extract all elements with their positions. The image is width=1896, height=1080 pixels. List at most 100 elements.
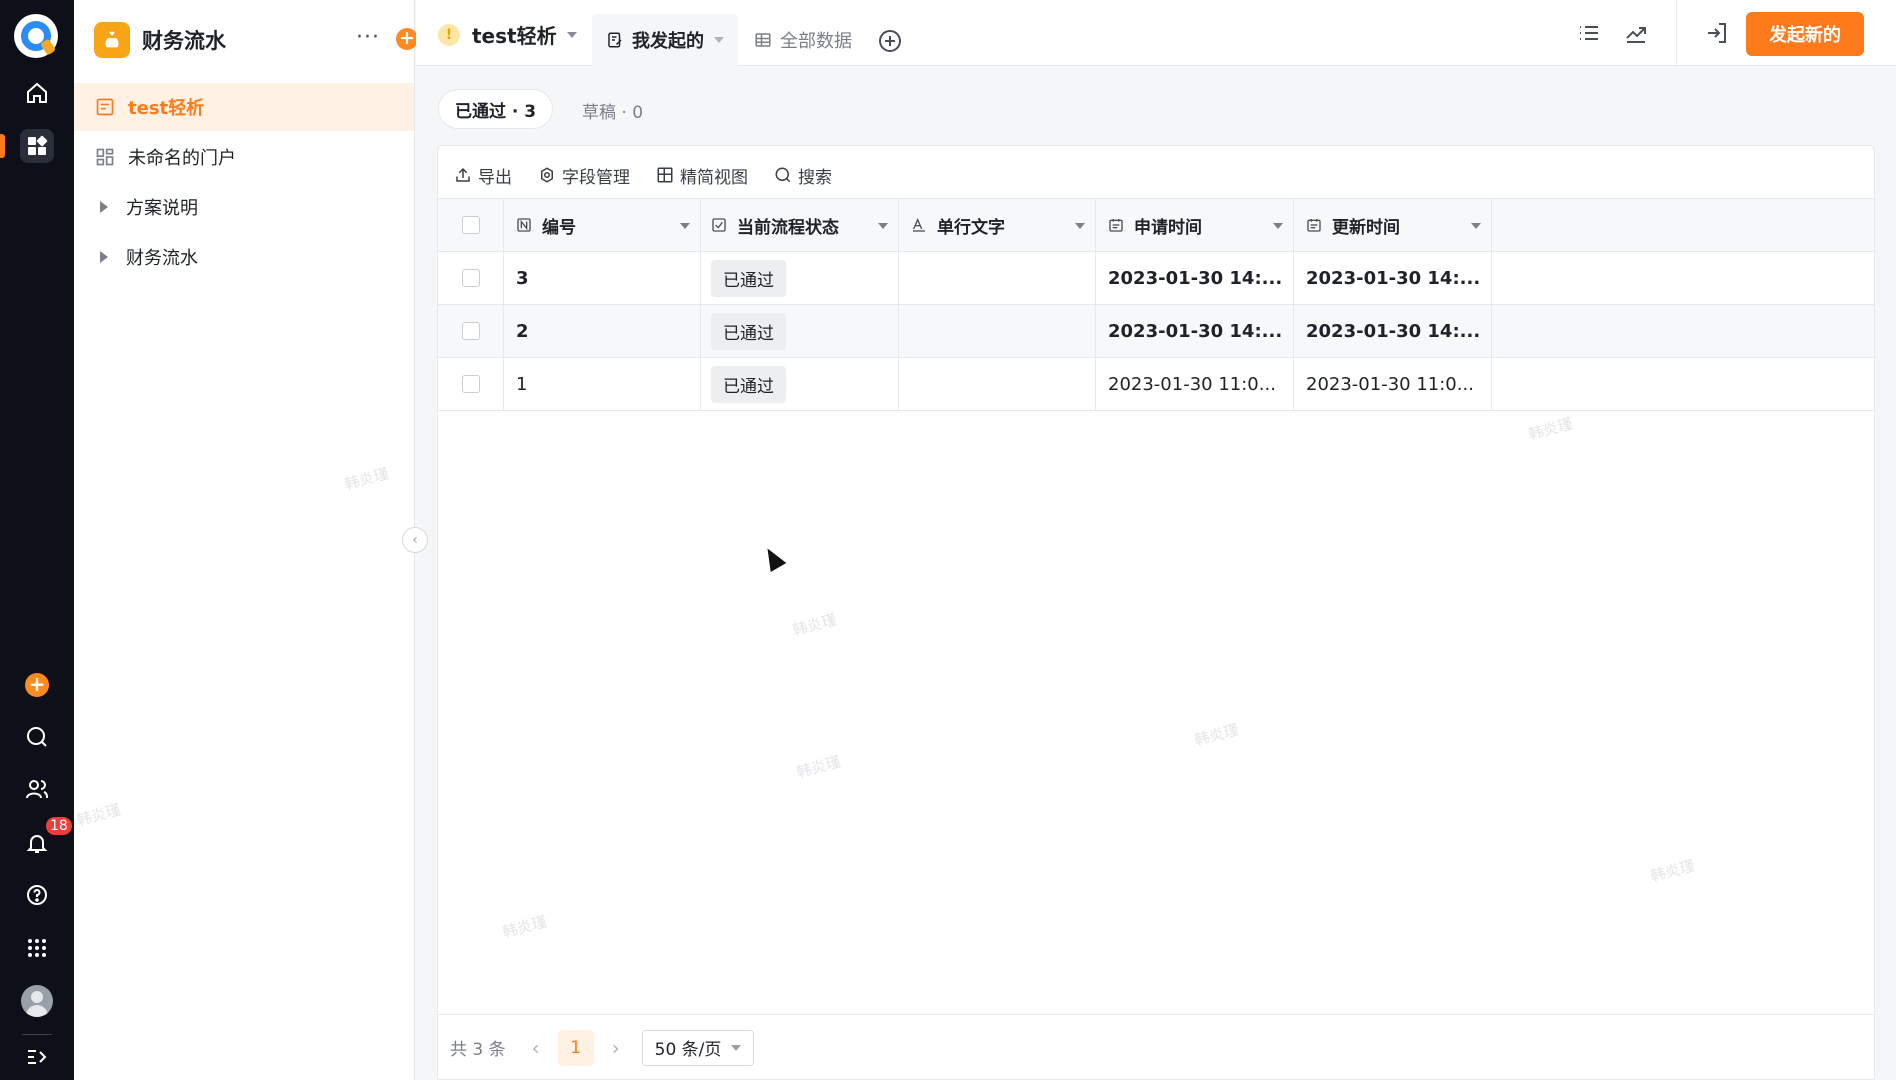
home-icon[interactable]	[20, 76, 54, 110]
caret-right-icon[interactable]	[100, 201, 108, 213]
column-header-text[interactable]: 单行文字	[899, 199, 1096, 251]
export-button[interactable]: 导出	[454, 163, 512, 188]
cell-filler	[1492, 358, 1874, 410]
chevron-down-icon[interactable]	[1075, 223, 1085, 229]
tab-label: 全部数据	[780, 31, 852, 52]
filter-approved[interactable]: 已通过 · 3	[438, 89, 554, 129]
table-row[interactable]: 1 已通过 2023-01-30 11:0... 2023-01-30 11:0…	[438, 358, 1874, 411]
chevron-down-icon[interactable]	[878, 223, 888, 229]
form-title-dropdown[interactable]: ! test轻析	[438, 20, 577, 49]
page-size-select[interactable]: 50 条/页	[641, 1029, 755, 1066]
edit-form-icon	[608, 32, 622, 48]
page-number[interactable]: 1	[557, 1029, 594, 1066]
page-size-label: 50 条/页	[654, 1040, 722, 1060]
cell-text	[899, 358, 1096, 410]
calendar-icon	[1306, 216, 1324, 234]
cell-filler	[1492, 252, 1874, 304]
sidebar-item-label: 财务流水	[126, 248, 198, 269]
active-indicator	[0, 134, 5, 158]
watermark: 韩炎瑾	[790, 610, 839, 640]
row-checkbox[interactable]	[461, 269, 480, 287]
cell-applied-time: 2023-01-30 14:...	[1096, 305, 1294, 357]
chevron-down-icon	[714, 37, 724, 43]
grid-icon[interactable]	[20, 931, 54, 965]
list-icon[interactable]	[1574, 18, 1604, 48]
checkbox-field-icon	[711, 216, 729, 234]
sidebar-item-test[interactable]: test轻析	[74, 83, 414, 131]
upload-icon	[456, 167, 470, 182]
tab-all-data[interactable]: 全部数据	[754, 14, 852, 66]
cell-updated-time: 2023-01-30 11:0...	[1294, 358, 1492, 410]
tab-my-initiated[interactable]: 我发起的	[592, 14, 738, 66]
rail-divider	[22, 1034, 52, 1035]
pagination: 共 3 条 ‹ 1 › 50 条/页	[438, 1014, 1874, 1080]
prev-page-icon[interactable]: ‹	[532, 1036, 540, 1060]
compact-view-label: 精简视图	[680, 167, 748, 188]
column-header-status[interactable]: 当前流程状态	[701, 199, 899, 251]
table-icon	[657, 167, 673, 183]
watermark: 韩炎瑾	[342, 464, 391, 494]
compact-view-button[interactable]: 精简视图	[656, 163, 748, 188]
select-all-checkbox[interactable]	[461, 216, 480, 234]
column-header-label: 申请时间	[1134, 217, 1202, 238]
watermark: 韩炎瑾	[1526, 414, 1575, 444]
expand-icon[interactable]	[20, 1040, 54, 1074]
cell-id: 1	[504, 358, 701, 410]
table-icon	[755, 33, 771, 47]
row-checkbox[interactable]	[461, 322, 480, 340]
search-button[interactable]: 搜索	[774, 163, 832, 188]
table-row[interactable]: 2 已通过 2023-01-30 14:... 2023-01-30 14:..…	[438, 305, 1874, 358]
chevron-down-icon[interactable]	[680, 223, 690, 229]
row-checkbox[interactable]	[461, 375, 480, 393]
chevron-down-icon	[566, 31, 577, 38]
more-icon[interactable]: ···	[356, 27, 380, 49]
column-header-label: 编号	[542, 217, 576, 238]
app-rail: + 18	[0, 0, 74, 1080]
caret-right-icon[interactable]	[100, 251, 108, 263]
column-header-updated[interactable]: 更新时间	[1294, 199, 1492, 251]
contacts-icon[interactable]	[20, 772, 54, 806]
column-header-label: 单行文字	[937, 217, 1005, 238]
sidebar-item-finance[interactable]: 财务流水	[74, 233, 414, 281]
add-view-icon[interactable]	[878, 29, 902, 53]
column-header-id[interactable]: 编号	[504, 199, 701, 251]
column-header-filler	[1492, 199, 1874, 251]
app-logo[interactable]	[14, 14, 58, 58]
rail-add-button[interactable]: +	[25, 673, 49, 697]
field-manage-button[interactable]: 字段管理	[538, 163, 630, 188]
cell-applied-time: 2023-01-30 14:...	[1096, 252, 1294, 304]
cell-text	[899, 252, 1096, 304]
start-new-button[interactable]: 发起新的	[1746, 12, 1864, 56]
tab-label: 我发起的	[632, 31, 704, 52]
data-panel: 导出 字段管理 精简视图 搜索 编号 当前流程状态 单行文字 申请时间 更新时间…	[437, 145, 1875, 1080]
collapse-sidebar-button[interactable]: ‹	[402, 527, 428, 553]
text-field-icon	[911, 216, 929, 234]
status-badge: 已通过	[711, 365, 786, 403]
trend-icon[interactable]	[1621, 18, 1651, 48]
status-badge: 已通过	[711, 312, 786, 350]
table-toolbar: 导出 字段管理 精简视图 搜索	[454, 160, 858, 190]
sidebar: 财务流水 ··· + test轻析 未命名的门户 方案说明 财务流水 韩炎瑾	[74, 0, 418, 1080]
notification-badge: 18	[46, 817, 72, 835]
chevron-down-icon[interactable]	[1471, 223, 1481, 229]
search-label: 搜索	[798, 167, 832, 188]
column-header-applied[interactable]: 申请时间	[1096, 199, 1294, 251]
sidebar-item-label: test轻析	[128, 98, 205, 119]
cell-text	[899, 305, 1096, 357]
sidebar-item-plan[interactable]: 方案说明	[74, 183, 414, 231]
help-icon[interactable]	[20, 878, 54, 912]
filter-draft[interactable]: 草稿 · 0	[582, 98, 643, 123]
sidebar-add-button[interactable]: +	[396, 28, 418, 50]
exit-icon[interactable]	[1702, 18, 1732, 48]
sidebar-item-portal[interactable]: 未命名的门户	[74, 133, 414, 181]
chevron-down-icon[interactable]	[1273, 223, 1283, 229]
top-bar: ! test轻析 我发起的 全部数据 发起新的	[416, 0, 1896, 66]
next-page-icon[interactable]: ›	[612, 1036, 620, 1060]
table-row[interactable]: 3 已通过 2023-01-30 14:... 2023-01-30 14:..…	[438, 252, 1874, 305]
total-count: 共 3 条	[450, 1040, 506, 1060]
search-icon[interactable]	[20, 720, 54, 754]
number-field-icon	[516, 216, 534, 234]
avatar[interactable]	[21, 985, 53, 1017]
warning-icon: !	[438, 23, 460, 46]
apps-icon[interactable]	[20, 129, 54, 163]
